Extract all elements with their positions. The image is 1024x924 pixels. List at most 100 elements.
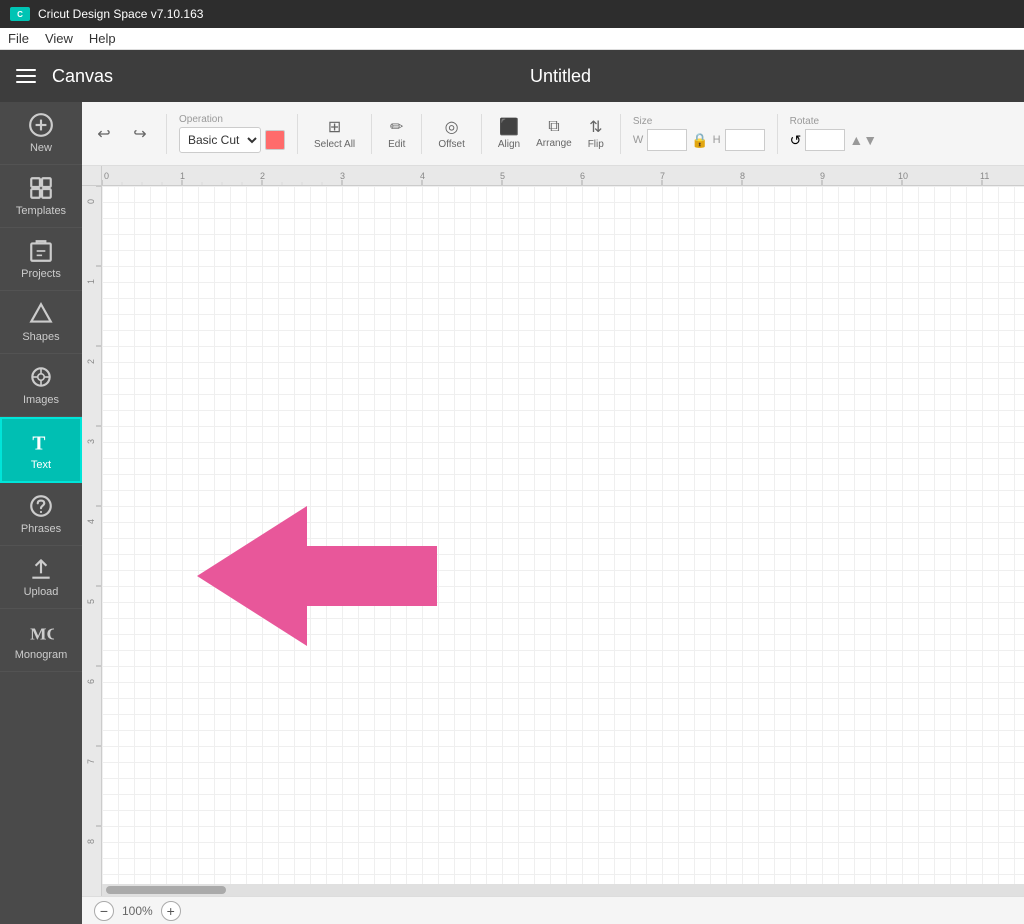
sidebar-item-projects[interactable]: Projects (0, 228, 82, 291)
width-input[interactable] (647, 129, 687, 151)
toolbar-divider-7 (777, 114, 778, 154)
sidebar: New Templates Projects Shapes Images T T… (0, 102, 82, 924)
rotate-label: Rotate (790, 116, 819, 127)
sidebar-item-templates[interactable]: Templates (0, 165, 82, 228)
sidebar-item-shapes-label: Shapes (22, 331, 59, 343)
svg-text:2: 2 (86, 359, 96, 364)
toolbar: ↩ ↪ Operation Basic Cut ⊞ Select All ✏ (82, 102, 1024, 166)
shapes-icon (28, 301, 54, 327)
sidebar-item-monogram-label: Monogram (15, 649, 68, 661)
toolbar-divider-4 (421, 114, 422, 154)
w-label: W (633, 134, 643, 146)
svg-text:3: 3 (86, 439, 96, 444)
svg-text:10: 10 (898, 171, 908, 181)
select-all-button[interactable]: ⊞ Select All (310, 115, 359, 152)
svg-text:2: 2 (260, 171, 265, 181)
app-name: Cricut Design Space v7.10.163 (38, 7, 203, 21)
hamburger-menu[interactable] (16, 69, 36, 83)
zoom-level: 100% (122, 904, 153, 918)
ruler-v-svg: 0 1 2 3 4 5 6 7 (82, 186, 102, 896)
menu-bar: File View Help (0, 28, 1024, 50)
sidebar-item-new-label: New (30, 142, 52, 154)
menu-help[interactable]: Help (89, 31, 116, 46)
sidebar-item-templates-label: Templates (16, 205, 66, 217)
header: Canvas Untitled (0, 50, 1024, 102)
align-button[interactable]: ⬛ Align (494, 115, 524, 152)
phrases-icon (28, 493, 54, 519)
lock-icon[interactable]: 🔒 (691, 132, 708, 149)
svg-text:8: 8 (740, 171, 745, 181)
scrollbar-horizontal[interactable] (102, 884, 1024, 896)
height-input[interactable] (725, 129, 765, 151)
align-label: Align (498, 139, 520, 150)
edit-label: Edit (388, 139, 405, 150)
canvas[interactable] (102, 186, 1024, 896)
svg-text:0: 0 (86, 199, 96, 204)
sidebar-item-text[interactable]: T Text (0, 417, 82, 483)
menu-view[interactable]: View (45, 31, 73, 46)
projects-icon (28, 238, 54, 264)
sidebar-item-images[interactable]: Images (0, 354, 82, 417)
svg-text:1: 1 (180, 171, 185, 181)
svg-text:9: 9 (820, 171, 825, 181)
size-label: Size (633, 116, 652, 127)
arrange-button[interactable]: ⧉ Arrange (532, 116, 576, 151)
svg-text:5: 5 (500, 171, 505, 181)
toolbar-divider-6 (620, 114, 621, 154)
svg-text:MG: MG (30, 625, 54, 644)
flip-button[interactable]: ⇅ Flip (584, 115, 608, 152)
select-all-icon: ⊞ (328, 117, 341, 137)
offset-button[interactable]: ◎ Offset (434, 115, 469, 152)
canvas-label: Canvas (52, 66, 113, 87)
canvas-scroll[interactable] (102, 186, 1024, 896)
edit-icon: ✏ (390, 117, 403, 137)
color-swatch[interactable] (265, 130, 285, 150)
svg-text:3: 3 (340, 171, 345, 181)
operation-label: Operation (179, 114, 223, 125)
svg-text:4: 4 (420, 171, 425, 181)
rotate-control: ↺ ▲▼ (790, 129, 877, 151)
arrow-svg (197, 476, 437, 676)
size-group: Size W 🔒 H (633, 116, 765, 151)
upload-icon (28, 556, 54, 582)
toolbar-divider-3 (371, 114, 372, 154)
svg-text:1: 1 (86, 279, 96, 284)
zoom-out-button[interactable]: − (94, 901, 114, 921)
edit-button[interactable]: ✏ Edit (384, 115, 409, 152)
offset-label: Offset (438, 139, 465, 150)
redo-button[interactable]: ↪ (126, 120, 154, 148)
canvas-area: 0 1 2 3 4 5 6 7 (82, 186, 1024, 896)
toolbar-divider-5 (481, 114, 482, 154)
undo-button[interactable]: ↩ (90, 120, 118, 148)
zoom-in-button[interactable]: + (161, 901, 181, 921)
flip-icon: ⇅ (589, 117, 602, 137)
sidebar-item-text-label: Text (31, 459, 51, 471)
app-logo: C (10, 7, 30, 21)
ruler-h-svg: 0 1 2 3 4 5 6 7 8 9 10 11 (102, 166, 1024, 186)
menu-file[interactable]: File (8, 31, 29, 46)
svg-text:T: T (32, 434, 45, 455)
main-layout: New Templates Projects Shapes Images T T… (0, 102, 1024, 924)
h-label: H (713, 134, 721, 146)
sidebar-item-monogram[interactable]: MG Monogram (0, 609, 82, 672)
ruler-corner (82, 166, 102, 186)
svg-text:4: 4 (86, 519, 96, 524)
scrollbar-thumb (106, 886, 226, 894)
svg-text:7: 7 (86, 759, 96, 764)
offset-icon: ◎ (445, 117, 459, 137)
title-bar: C Cricut Design Space v7.10.163 (0, 0, 1024, 28)
arrange-label: Arrange (536, 138, 572, 149)
sidebar-item-phrases[interactable]: Phrases (0, 483, 82, 546)
ruler-horizontal: 0 1 2 3 4 5 6 7 8 9 10 11 (102, 166, 1024, 186)
svg-text:6: 6 (580, 171, 585, 181)
operation-select[interactable]: Basic Cut (179, 127, 261, 153)
rotate-icon: ↺ (790, 132, 802, 149)
sidebar-item-new[interactable]: New (0, 102, 82, 165)
sidebar-item-shapes[interactable]: Shapes (0, 291, 82, 354)
rotate-input[interactable] (805, 129, 845, 151)
rotate-stepper[interactable]: ▲▼ (849, 135, 877, 145)
sidebar-item-images-label: Images (23, 394, 59, 406)
sidebar-item-upload[interactable]: Upload (0, 546, 82, 609)
images-icon (28, 364, 54, 390)
align-icon: ⬛ (499, 117, 519, 137)
